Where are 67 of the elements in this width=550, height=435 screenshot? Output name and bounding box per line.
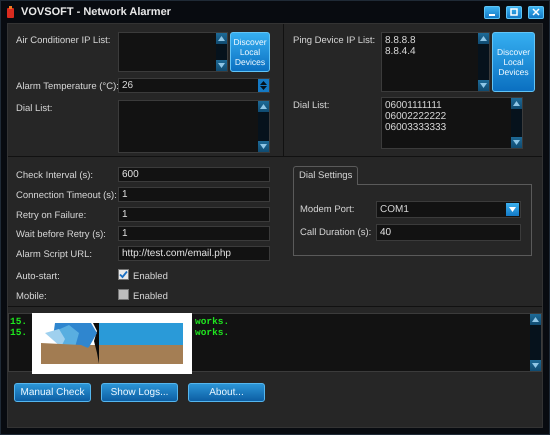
dropdown-value: COM1 <box>380 203 409 218</box>
app-icon <box>6 6 15 18</box>
input-field[interactable]: 1 <box>118 186 270 202</box>
list-box[interactable]: 06001111111 06002222222 06003333333 <box>381 97 523 149</box>
field-label: Air Conditioner IP List: <box>16 34 112 48</box>
list-item[interactable]: 06003333333 <box>385 122 508 133</box>
spin-icon <box>258 79 269 92</box>
scroll-up-button[interactable] <box>530 314 541 325</box>
field-label: Ping Device IP List: <box>293 34 376 48</box>
list-box[interactable]: 8.8.8.8 8.8.4.4 <box>381 32 490 92</box>
field-label: Modem Port: <box>300 203 356 218</box>
scrollbar[interactable] <box>530 314 541 371</box>
field-label: Alarm Temperature (°C): <box>16 80 118 94</box>
scroll-down-button[interactable] <box>511 137 522 148</box>
input-field[interactable]: 1 <box>118 226 270 242</box>
action-button[interactable]: Manual Check <box>14 383 91 402</box>
field-label: Check Interval (s): <box>16 169 94 183</box>
field-label: Call Duration (s): <box>300 226 372 240</box>
close-icon <box>532 8 540 16</box>
checkbox[interactable] <box>118 289 129 300</box>
field-label: Dial List: <box>16 102 54 116</box>
list-item[interactable]: 8.8.8.8 <box>385 35 475 46</box>
scrollbar[interactable] <box>258 101 269 152</box>
dropdown[interactable]: COM1 <box>376 201 521 218</box>
field-label: Wait before Retry (s): <box>16 228 107 242</box>
scroll-up-button[interactable] <box>216 33 227 44</box>
scroll-down-button[interactable] <box>478 80 489 91</box>
checkbox-label[interactable]: Enabled <box>133 268 168 284</box>
input-field[interactable]: 600 <box>118 167 270 182</box>
minimize-button[interactable] <box>484 6 500 18</box>
list-item[interactable]: 06002222222 <box>385 111 508 122</box>
action-button[interactable]: Show Logs... <box>101 383 178 402</box>
scroll-up-button[interactable] <box>478 33 489 44</box>
input-field[interactable]: 40 <box>376 224 521 242</box>
scroll-up-button[interactable] <box>258 101 269 112</box>
log-text: works. <box>195 327 230 338</box>
checkbox-label[interactable]: Enabled <box>133 288 168 304</box>
scrollbar[interactable] <box>511 98 522 148</box>
number-spinner[interactable]: 26 <box>118 78 270 93</box>
checkbox[interactable] <box>118 268 129 280</box>
scroll-down-button[interactable] <box>530 360 541 371</box>
list-item[interactable]: 06001111111 <box>385 100 508 111</box>
field-label: Connection Timeout (s): <box>16 188 118 203</box>
close-button[interactable] <box>528 6 544 18</box>
field-label: Mobile: <box>16 290 48 304</box>
window-title: VOVSOFT - Network Alarmer <box>21 4 172 20</box>
scroll-down-button[interactable] <box>216 60 227 71</box>
scroll-down-button[interactable] <box>258 141 269 152</box>
input-field[interactable]: http://test.com/email.php <box>118 246 270 261</box>
field-label: Auto-start: <box>16 270 61 284</box>
list-item[interactable]: 8.8.4.4 <box>385 46 475 57</box>
action-button[interactable]: About... <box>188 383 265 402</box>
log-text: works. <box>195 316 230 327</box>
field-label: Alarm Script URL: <box>16 248 94 262</box>
field-label: Retry on Failure: <box>16 208 88 222</box>
maximize-icon <box>510 8 518 16</box>
tab[interactable]: Dial Settings <box>293 166 358 186</box>
input-field[interactable]: 1 <box>118 206 270 222</box>
scrollbar[interactable] <box>478 33 489 91</box>
scroll-up-button[interactable] <box>511 98 522 109</box>
scrollbar[interactable] <box>216 33 227 71</box>
maximize-button[interactable] <box>506 6 522 18</box>
discover-button[interactable]: Discover Local Devices <box>492 32 535 92</box>
discover-button[interactable]: Discover Local Devices <box>230 32 270 72</box>
log-text: 15. <box>10 316 28 327</box>
log-text: 15. <box>10 327 28 338</box>
field-label: Dial List: <box>293 99 330 113</box>
